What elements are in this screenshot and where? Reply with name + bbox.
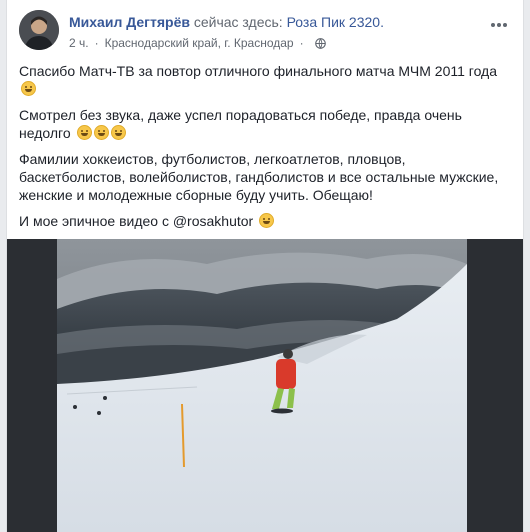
post-card: Михаил Дегтярёв сейчас здесь: Роза Пик 2… [7, 0, 523, 532]
post-paragraph: Фамилии хоккеистов, футболистов, легкоат… [19, 151, 499, 203]
more-options-icon[interactable] [491, 14, 511, 27]
post-paragraph: И мое эпичное видео с @rosakhutor [19, 212, 511, 230]
grinning-emoji-icon [110, 125, 126, 140]
checkin-text: сейчас здесь: [193, 14, 283, 30]
author-avatar[interactable] [19, 10, 59, 50]
globe-icon[interactable] [314, 37, 326, 49]
grinning-emoji-icon [76, 125, 92, 140]
grinning-emoji-icon [93, 125, 109, 140]
author-name[interactable]: Михаил Дегтярёв [69, 14, 190, 30]
meta-separator: · [299, 36, 304, 50]
post-title-line: Михаил Дегтярёв сейчас здесь: Роза Пик 2… [69, 14, 384, 30]
video-frame [7, 239, 523, 532]
post-meta: 2 ч. · Краснодарский край, г. Краснодар … [69, 36, 326, 50]
post-location[interactable]: Краснодарский край, г. Краснодар [105, 36, 294, 50]
post-paragraph: Спасибо Матч-ТВ за повтор отличного фина… [19, 62, 511, 98]
grinning-emoji-icon [259, 213, 275, 228]
post-header: Михаил Дегтярёв сейчас здесь: Роза Пик 2… [19, 10, 511, 54]
post-text: Спасибо Матч-ТВ за повтор отличного фина… [19, 62, 511, 238]
meta-separator: · [94, 36, 99, 50]
post-paragraph: Смотрел без звука, даже успел порадовать… [19, 107, 462, 141]
place-link[interactable]: Роза Пик 2320. [287, 14, 384, 30]
grinning-emoji-icon [21, 81, 36, 96]
post-time[interactable]: 2 ч. [69, 36, 89, 50]
video-player[interactable] [7, 239, 523, 532]
